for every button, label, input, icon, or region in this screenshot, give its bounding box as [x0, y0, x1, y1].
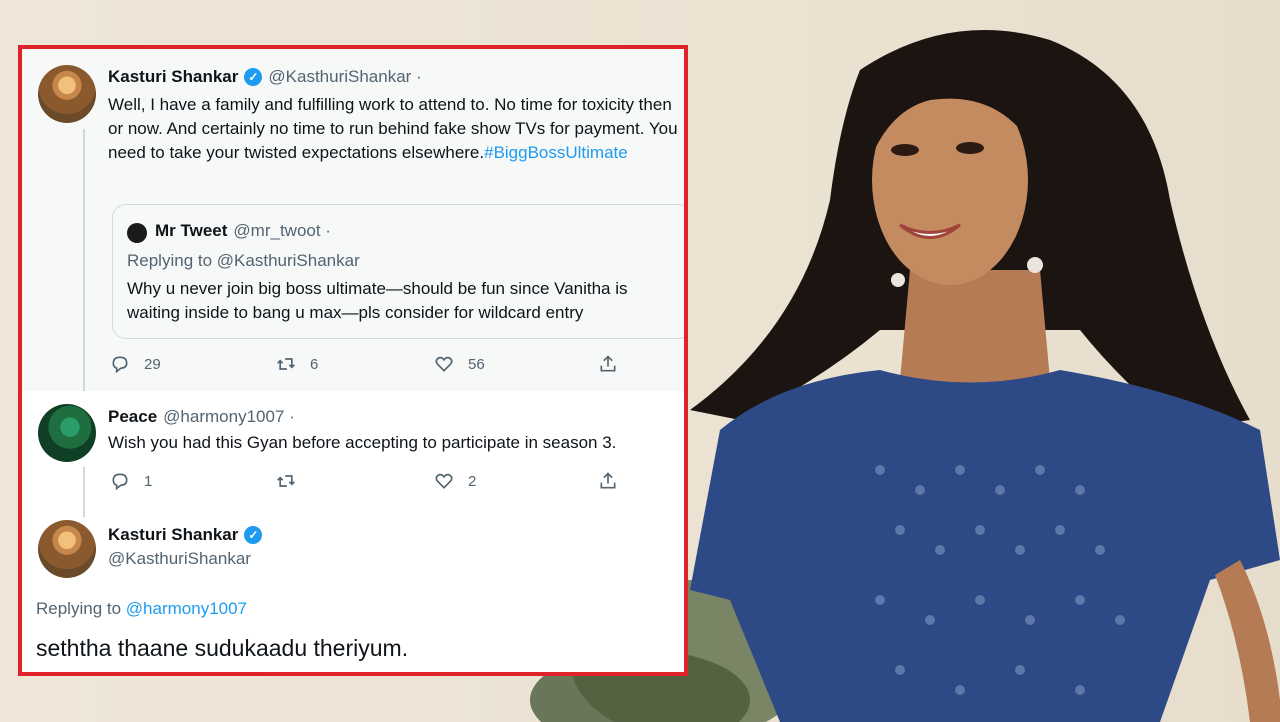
heart-icon — [435, 473, 453, 489]
avatar[interactable] — [38, 404, 96, 462]
reply-icon — [112, 356, 128, 374]
mention-link[interactable]: @harmony1007 — [126, 599, 247, 618]
share-icon — [600, 355, 616, 372]
tweet-text: Well, I have a family and fulfilling wor… — [108, 93, 678, 165]
avatar[interactable] — [38, 65, 96, 123]
thread-line — [83, 467, 85, 517]
user-handle[interactable]: @harmony1007 · — [163, 407, 295, 427]
tweet2-actions: 1 2 — [110, 471, 618, 491]
quote-avatar — [127, 223, 147, 243]
verified-badge-icon: ✓ — [244, 68, 263, 86]
thread-line — [83, 129, 85, 391]
display-name[interactable]: Kasturi Shankar — [108, 67, 238, 87]
like-button[interactable]: 2 — [434, 471, 598, 491]
replying-prefix: Replying to — [36, 599, 122, 618]
tweet-text: seththa thaane sudukaadu theriyum. — [36, 635, 409, 661]
replying-prefix: Replying to — [127, 251, 213, 270]
quoted-tweet[interactable]: Mr Tweet @mr_twoot · Replying to @Kasthu… — [112, 204, 684, 339]
reply-icon — [112, 473, 128, 491]
tweet-header: Kasturi Shankar ✓ — [108, 525, 263, 545]
share-button[interactable] — [598, 354, 618, 374]
tweet-text: Wish you had this Gyan before accepting … — [108, 433, 617, 452]
retweet-icon — [277, 358, 295, 370]
verified-badge-icon: ✓ — [244, 526, 263, 544]
like-count: 2 — [468, 472, 477, 490]
quote-header: Mr Tweet @mr_twoot · — [155, 221, 331, 241]
retweet-button[interactable]: 6 — [276, 354, 434, 374]
retweet-count: 6 — [310, 355, 319, 373]
share-icon — [600, 472, 616, 489]
quote-text: Why u never join big boss ultimate—shoul… — [127, 279, 628, 322]
quote-display-name: Mr Tweet — [155, 221, 228, 240]
user-handle[interactable]: @KasthuriShankar · — [268, 67, 421, 87]
tweet-kasturi-main[interactable]: Kasturi Shankar ✓ @KasthuriShankar · Wel… — [22, 49, 684, 391]
reply-count: 1 — [144, 472, 153, 490]
replying-handle: @KasthuriShankar — [216, 251, 360, 270]
quote-handle: @mr_twoot · — [233, 221, 331, 240]
avatar[interactable] — [38, 520, 96, 578]
hashtag-link[interactable]: #BiggBossUltimate — [484, 143, 628, 162]
tweet-header: Kasturi Shankar ✓ @KasthuriShankar · — [108, 67, 422, 87]
display-name[interactable]: Kasturi Shankar — [108, 525, 238, 545]
tweet-thread-card: Kasturi Shankar ✓ @KasthuriShankar · Wel… — [18, 45, 688, 676]
heart-icon — [435, 356, 453, 372]
display-name[interactable]: Peace — [108, 407, 157, 427]
tweet-header: Peace @harmony1007 · — [108, 407, 295, 427]
tweet1-actions: 29 6 56 — [110, 354, 618, 374]
retweet-button[interactable] — [276, 471, 434, 491]
replying-to: Replying to @harmony1007 — [36, 599, 247, 619]
reply-count: 29 — [144, 355, 161, 373]
like-count: 56 — [468, 355, 485, 373]
retweet-icon — [277, 475, 295, 487]
reply-button[interactable]: 29 — [110, 354, 276, 374]
user-handle[interactable]: @KasthuriShankar — [108, 549, 251, 569]
quote-replying-to: Replying to @KasthuriShankar — [127, 251, 360, 271]
reply-button[interactable]: 1 — [110, 471, 276, 491]
share-button[interactable] — [598, 471, 618, 491]
like-button[interactable]: 56 — [434, 354, 598, 374]
handle-row: @KasthuriShankar — [108, 549, 251, 569]
